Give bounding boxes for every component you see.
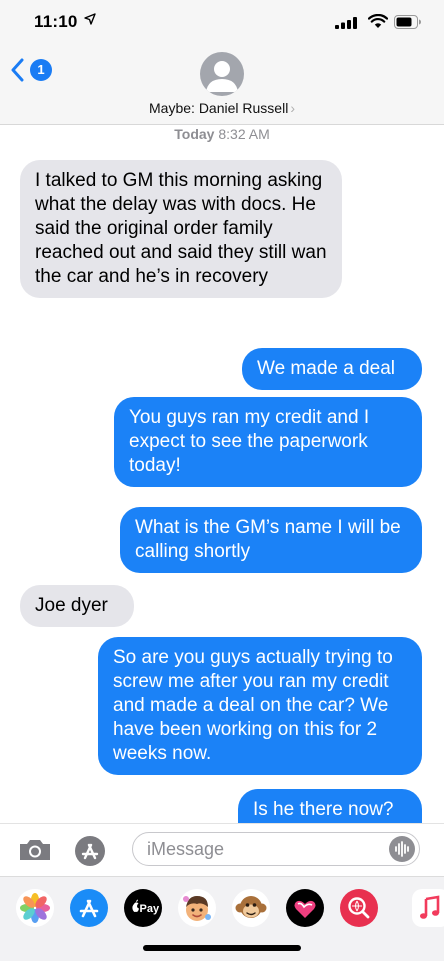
- message-text: We made a deal: [257, 358, 396, 379]
- message-timestamp: Today 8:32 AM: [0, 126, 444, 142]
- cellular-signal-icon: [335, 17, 357, 29]
- audio-message-icon[interactable]: [389, 836, 415, 862]
- location-arrow-icon: [84, 13, 96, 25]
- message-text: What is the GM’s name I will be calling …: [135, 517, 401, 562]
- timestamp-time: 8:32 AM: [218, 126, 270, 142]
- app-store-icon[interactable]: [74, 835, 106, 867]
- status-time: 11:10: [34, 12, 78, 31]
- timestamp-day: Today: [174, 126, 215, 142]
- incoming-message-bubble[interactable]: Joe dyer: [20, 585, 134, 627]
- music-icon[interactable]: [412, 889, 444, 927]
- battery-icon: [394, 15, 421, 29]
- message-text: Joe dyer: [35, 595, 108, 616]
- contact-name-button[interactable]: Maybe: Daniel Russell ›: [0, 100, 444, 116]
- message-text: I talked to GM this morning asking what …: [35, 170, 327, 287]
- message-text: You guys ran my credit and I expect to s…: [129, 407, 370, 476]
- message-text: So are you guys actually trying to screw…: [113, 647, 393, 764]
- apple-pay-label: Pay: [140, 903, 160, 915]
- chevron-right-icon: ›: [290, 100, 295, 116]
- camera-icon[interactable]: [18, 838, 52, 862]
- status-bar: 11:10: [0, 0, 444, 44]
- home-indicator[interactable]: [143, 945, 301, 951]
- outgoing-message-bubble[interactable]: We made a deal: [242, 348, 422, 390]
- animoji-monkey-icon[interactable]: [232, 889, 270, 927]
- apple-pay-icon[interactable]: Pay: [124, 889, 162, 927]
- contact-avatar[interactable]: [200, 52, 244, 96]
- app-store-icon[interactable]: [70, 889, 108, 927]
- imessage-placeholder: iMessage: [147, 839, 225, 859]
- memoji-icon[interactable]: [178, 889, 216, 927]
- incoming-message-bubble[interactable]: I talked to GM this morning asking what …: [20, 160, 342, 298]
- photos-icon[interactable]: [16, 889, 54, 927]
- conversation-header: 1 Maybe: Daniel Russell ›: [0, 44, 444, 125]
- back-button[interactable]: 1: [10, 56, 54, 86]
- waveform-icon: [395, 841, 409, 857]
- outgoing-message-bubble[interactable]: You guys ran my credit and I expect to s…: [114, 397, 422, 487]
- person-silhouette-icon: [206, 61, 238, 92]
- wifi-icon: [368, 14, 388, 28]
- outgoing-message-bubble[interactable]: Is he there now?: [238, 789, 422, 823]
- unread-badge: 1: [30, 59, 52, 81]
- message-text: Is he there now?: [253, 799, 394, 820]
- message-input-bar: iMessage: [0, 823, 444, 876]
- digital-touch-icon[interactable]: [286, 889, 324, 927]
- outgoing-message-bubble[interactable]: What is the GM’s name I will be calling …: [120, 507, 422, 573]
- imessage-input[interactable]: iMessage: [132, 832, 420, 866]
- outgoing-message-bubble[interactable]: So are you guys actually trying to screw…: [98, 637, 422, 775]
- contact-name: Maybe: Daniel Russell: [149, 100, 289, 116]
- chevron-left-icon: [11, 58, 24, 82]
- web-search-icon[interactable]: [340, 889, 378, 927]
